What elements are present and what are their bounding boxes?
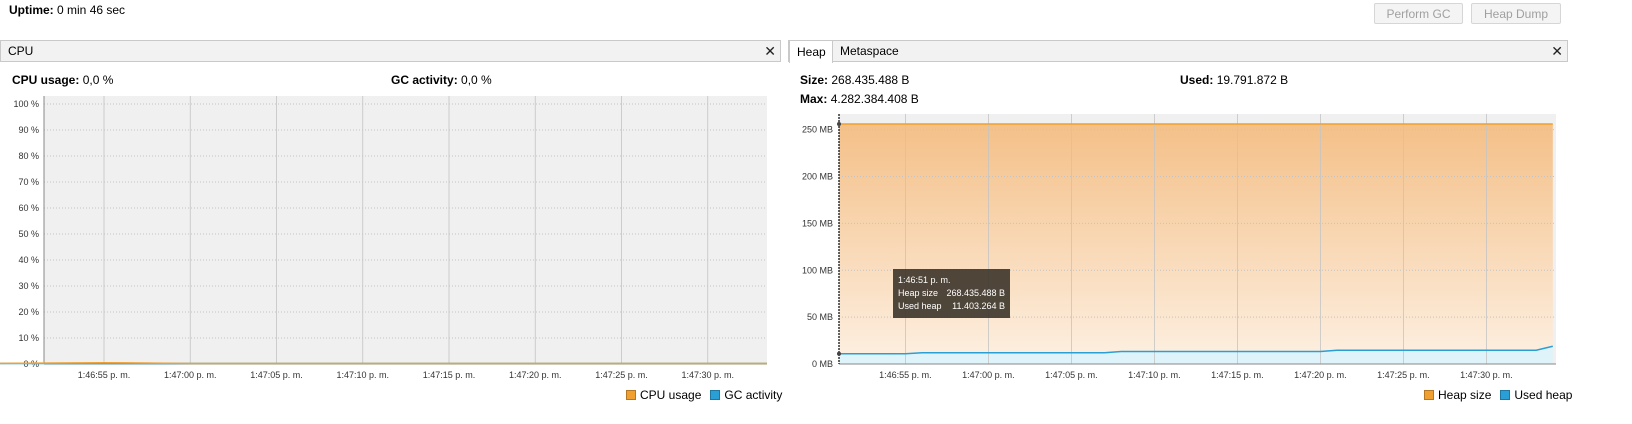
- heap-tooltip: 1:46:51 p. m. Heap size 268.435.488 B Us…: [893, 269, 1010, 318]
- uptime-text: Uptime: 0 min 46 sec: [9, 3, 125, 17]
- heap-dump-button[interactable]: Heap Dump: [1471, 3, 1561, 24]
- memory-tab-bar: Heap Metaspace ✕: [788, 40, 1568, 63]
- heap-used-value: 19.791.872 B: [1216, 73, 1289, 87]
- hover-point-heap-size: [837, 122, 841, 126]
- heap-x-tick-label: 1:47:30 p. m.: [1460, 370, 1513, 380]
- cpu-y-tick-label: 50 %: [18, 229, 39, 239]
- tooltip-used-heap-value: 11.403.264 B: [952, 301, 1005, 311]
- gc-activity-label: GC activity:: [391, 73, 458, 87]
- tab-heap[interactable]: Heap: [789, 40, 833, 63]
- cpu-x-tick-label: 1:46:55 p. m.: [78, 370, 131, 380]
- cpu-x-tick-label: 1:47:10 p. m.: [336, 370, 389, 380]
- heap-size-area: [839, 124, 1553, 364]
- heap-size-legend-label: Heap size: [1438, 388, 1492, 402]
- cpu-tab-bar: CPU ✕: [0, 40, 781, 62]
- cpu-legend: CPU usage GC activity: [626, 388, 782, 402]
- heap-y-tick-label: 100 MB: [802, 265, 833, 275]
- heap-size-label: Size:: [800, 73, 829, 87]
- tooltip-heap-size-value: 268.435.488 B: [946, 288, 1005, 298]
- cpu-usage-label: CPU usage:: [12, 73, 80, 87]
- heap-chart: 0 MB 50 MB 100 MB 150 MB 200 MB 250 MB 1:46:55…: [802, 114, 1556, 380]
- cpu-y-tick-label: 30 %: [18, 281, 39, 291]
- heap-x-tick-label: 1:47:00 p. m.: [962, 370, 1015, 380]
- heap-x-tick-label: 1:47:10 p. m.: [1128, 370, 1181, 380]
- cpu-x-tick-label: 1:47:05 p. m.: [250, 370, 303, 380]
- heap-y-tick-label: 50 MB: [807, 312, 833, 322]
- cpu-usage-stat: CPU usage: 0,0 %: [12, 73, 113, 87]
- tab-metaspace[interactable]: Metaspace: [833, 40, 906, 63]
- heap-y-tick-label: 0 MB: [812, 359, 833, 369]
- heap-y-tick-label: 200 MB: [802, 172, 833, 182]
- cpu-x-tick-label: 1:47:15 p. m.: [423, 370, 476, 380]
- cpu-y-tick-label: 20 %: [18, 307, 39, 317]
- heap-x-tick-label: 1:47:05 p. m.: [1045, 370, 1098, 380]
- heap-size-value: 268.435.488 B: [831, 73, 910, 87]
- cpu-y-tick-label: 100 %: [13, 99, 39, 109]
- heap-x-tick-label: 1:47:25 p. m.: [1377, 370, 1430, 380]
- heap-x-tick-label: 1:47:20 p. m.: [1294, 370, 1347, 380]
- cpu-x-tick-label: 1:47:25 p. m.: [595, 370, 648, 380]
- cpu-usage-line: [0, 361, 767, 365]
- cpu-x-tick-label: 1:47:20 p. m.: [509, 370, 562, 380]
- cpu-x-tick-label: 1:47:30 p. m.: [681, 370, 734, 380]
- cpu-usage-legend-label: CPU usage: [640, 388, 702, 402]
- heap-used-label: Used:: [1180, 73, 1214, 87]
- heap-y-tick-label: 150 MB: [802, 218, 833, 228]
- uptime-label: Uptime:: [9, 3, 54, 17]
- heap-x-tick-label: 1:46:55 p. m.: [879, 370, 932, 380]
- heap-used-stat: Used: 19.791.872 B: [1180, 73, 1288, 87]
- gc-activity-value: 0,0 %: [461, 73, 492, 87]
- close-memory-panel-icon[interactable]: ✕: [1551, 42, 1563, 60]
- tab-cpu[interactable]: CPU: [1, 40, 40, 63]
- cpu-plot-area: [44, 96, 767, 364]
- cpu-y-tick-label: 70 %: [18, 177, 39, 187]
- heap-size-stat: Size: 268.435.488 B: [800, 73, 909, 87]
- hover-point-used-heap: [837, 351, 841, 356]
- tooltip-heap-size-label: Heap size: [898, 288, 939, 298]
- cpu-chart: 0 %10 %20 %30 %40 %50 %60 %70 %80 %90 %1…: [0, 96, 767, 380]
- cpu-y-tick-label: 10 %: [18, 333, 39, 343]
- cpu-usage-value: 0,0 %: [82, 73, 114, 87]
- close-cpu-panel-icon[interactable]: ✕: [764, 42, 776, 60]
- cpu-y-tick-label: 90 %: [18, 125, 39, 135]
- gc-activity-legend-label: GC activity: [724, 388, 783, 402]
- cpu-y-tick-label: 60 %: [18, 203, 39, 213]
- cpu-y-tick-label: 40 %: [18, 255, 39, 265]
- heap-y-tick-label: 250 MB: [802, 125, 833, 135]
- gc-activity-stat: GC activity: 0,0 %: [391, 73, 492, 87]
- used-heap-legend-label: Used heap: [1514, 388, 1573, 402]
- heap-legend: Heap size Used heap: [1424, 388, 1572, 402]
- cpu-x-tick-label: 1:47:00 p. m.: [164, 370, 217, 380]
- heap-x-tick-label: 1:47:15 p. m.: [1211, 370, 1264, 380]
- cpu-usage-legend-swatch: [626, 390, 636, 400]
- used-heap-legend-swatch: [1500, 390, 1511, 400]
- gc-activity-legend-swatch: [710, 390, 721, 400]
- uptime-value: 0 min 46 sec: [57, 3, 126, 17]
- cpu-y-tick-label: 80 %: [18, 151, 39, 161]
- tooltip-used-heap-label: Used heap: [898, 301, 942, 311]
- heap-size-legend-swatch: [1424, 390, 1434, 400]
- tooltip-time: 1:46:51 p. m.: [898, 275, 951, 285]
- perform-gc-button[interactable]: Perform GC: [1374, 3, 1463, 24]
